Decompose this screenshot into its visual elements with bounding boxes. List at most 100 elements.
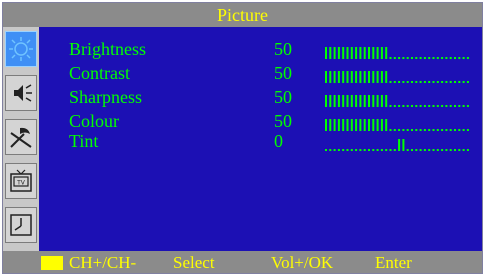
bar-segment: [462, 149, 465, 151]
bar-segment: [350, 95, 353, 107]
bar-segment: [385, 119, 388, 131]
bar-segment: [393, 105, 396, 107]
bar-segment: [466, 105, 469, 107]
bar-segment: [449, 105, 452, 107]
tab-picture[interactable]: [5, 31, 37, 67]
bar-segment: [359, 119, 362, 131]
bar-segment: [436, 105, 439, 107]
bar-segment: [398, 81, 401, 83]
menu-title: Picture: [217, 5, 268, 25]
bar-segment: [350, 71, 353, 83]
bar-segment: [454, 149, 456, 151]
bar-segment: [372, 47, 375, 59]
bar-segment: [406, 81, 409, 83]
bar-segment: [398, 139, 401, 151]
bar-segment: [389, 57, 392, 59]
bar-segment: [432, 57, 435, 59]
bar-segment: [402, 139, 405, 151]
bar-segment: [329, 47, 332, 59]
level-bar[interactable]: [324, 119, 470, 131]
bar-segment: [325, 95, 327, 107]
bar-segment: [337, 95, 340, 107]
bar-segment: [355, 47, 358, 59]
tab-setup[interactable]: [5, 119, 37, 155]
bar-segment: [363, 47, 366, 59]
level-bar[interactable]: [324, 95, 470, 107]
menu-item-brightness[interactable]: Brightness 50: [69, 39, 479, 59]
menu-item-tint[interactable]: Tint 0: [69, 131, 479, 151]
bar-segment: [359, 71, 362, 83]
bar-segment: [337, 119, 340, 131]
bar-segment: [376, 95, 379, 107]
bar-segment: [325, 71, 327, 83]
bar-segment: [380, 149, 383, 151]
bar-segment: [372, 119, 375, 131]
level-bar[interactable]: [324, 71, 470, 83]
bar-segment: [419, 81, 422, 83]
bar-segment: [385, 149, 388, 151]
tab-sound[interactable]: [5, 75, 37, 111]
bar-segment: [368, 71, 370, 83]
bar-segment: [462, 81, 465, 83]
bar-segment: [372, 71, 375, 83]
clock-icon: [10, 214, 32, 236]
bar-segment: [402, 81, 405, 83]
osd-window: Picture TV Brightness 50 Contrast 50 Sha…: [2, 2, 483, 274]
bar-segment: [389, 149, 392, 151]
bar-segment: [329, 119, 332, 131]
tv-icon: TV: [10, 169, 32, 192]
bar-segment: [419, 149, 422, 151]
bar-segment: [380, 95, 383, 107]
bar-segment: [454, 81, 456, 83]
bar-segment: [445, 57, 448, 59]
bar-segment: [329, 149, 332, 151]
menu-item-colour[interactable]: Colour 50: [69, 111, 479, 131]
bar-segment: [376, 71, 379, 83]
bar-segment: [359, 47, 362, 59]
bar-segment: [411, 81, 413, 83]
bar-segment: [337, 149, 340, 151]
level-bar[interactable]: [324, 139, 470, 151]
menu-item-contrast[interactable]: Contrast 50: [69, 63, 479, 83]
bar-segment: [329, 71, 332, 83]
bar-segment: [449, 57, 452, 59]
menu-item-sharpness[interactable]: Sharpness 50: [69, 87, 479, 107]
tools-icon: [10, 127, 32, 148]
bar-segment: [389, 81, 392, 83]
bar-segment: [350, 149, 353, 151]
bar-segment: [342, 71, 345, 83]
bar-segment: [415, 81, 418, 83]
bar-segment: [454, 57, 456, 59]
footer-nav-hint: CH+/CH-: [69, 253, 137, 272]
bar-segment: [363, 95, 366, 107]
tab-tv[interactable]: TV: [5, 163, 37, 199]
bar-segment: [355, 119, 358, 131]
menu-item-value: 0: [274, 131, 283, 151]
bar-segment: [329, 95, 332, 107]
bar-segment: [368, 47, 370, 59]
bar-segment: [337, 71, 340, 83]
bar-segment: [445, 81, 448, 83]
level-bar[interactable]: [324, 47, 470, 59]
bar-segment: [346, 47, 349, 59]
speaker-icon: [14, 84, 32, 102]
bar-segment: [333, 95, 336, 107]
bar-segment: [389, 105, 392, 107]
menu-item-label: Colour: [69, 111, 120, 131]
bar-segment: [432, 149, 435, 151]
bar-segment: [346, 149, 349, 151]
bar-segment: [411, 105, 413, 107]
bar-segment: [458, 81, 461, 83]
bar-segment: [350, 47, 353, 59]
sun-icon: [9, 37, 33, 61]
bar-segment: [445, 105, 448, 107]
bar-segment: [359, 149, 362, 151]
bar-segment: [411, 57, 413, 59]
bar-segment: [458, 149, 461, 151]
bar-segment: [333, 149, 336, 151]
bar-segment: [454, 105, 456, 107]
bar-segment: [342, 149, 345, 151]
bar-segment: [398, 57, 401, 59]
tab-timer[interactable]: [5, 207, 37, 243]
bar-segment: [380, 71, 383, 83]
